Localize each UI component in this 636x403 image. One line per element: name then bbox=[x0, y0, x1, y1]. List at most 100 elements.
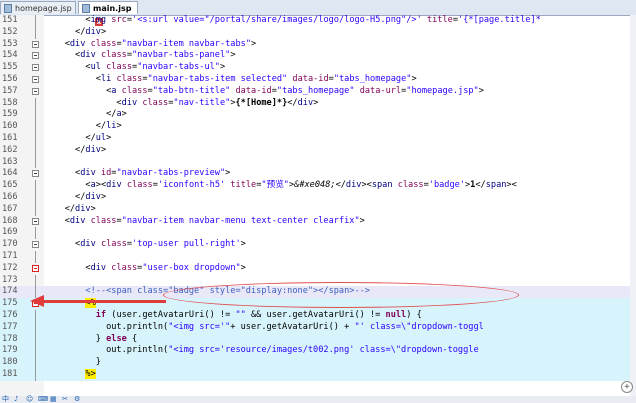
code-line[interactable]: 172 <div class="user-box dropdown"> bbox=[0, 263, 636, 275]
code-text: <a><div class='iconfont-h5' title="预览">&… bbox=[44, 180, 517, 191]
code-line[interactable]: 180 } bbox=[0, 357, 636, 369]
fold-guide bbox=[35, 144, 36, 157]
code-text: <div id="navbar-tabs-preview"> bbox=[44, 168, 231, 179]
code-text: </a> bbox=[44, 109, 127, 120]
fold-guide bbox=[35, 15, 36, 27]
code-text: <a class="tab-btn-title" data-id="tabs_h… bbox=[44, 85, 484, 96]
tab-label: homepage.jsp bbox=[15, 4, 72, 13]
code-line[interactable]: 154 <div class="navbar-tabs-panel"> bbox=[0, 50, 636, 62]
code-line[interactable]: 179 out.println("<img src='resource/imag… bbox=[0, 345, 636, 358]
code-text: <div class="navbar-item navbar-menu text… bbox=[44, 215, 365, 226]
status-tray-icon[interactable]: ☺ bbox=[26, 396, 34, 403]
fold-toggle-icon[interactable] bbox=[32, 264, 39, 272]
code-text: <div class='top-user pull-right'> bbox=[44, 239, 246, 250]
code-line[interactable]: 152 </div> bbox=[0, 26, 636, 39]
fold-toggle-icon[interactable] bbox=[32, 241, 39, 249]
code-line[interactable]: 178 } else { bbox=[0, 333, 636, 346]
code-line[interactable]: 181 %> bbox=[0, 369, 636, 381]
fold-guide bbox=[35, 97, 36, 110]
line-number: 161 bbox=[2, 133, 18, 143]
code-line[interactable]: 158 <div class="nav-title">{*[Home]*}</d… bbox=[0, 97, 636, 110]
code-line[interactable]: 151 <img src='<s:url value="/portal/shar… bbox=[0, 15, 636, 27]
fold-toggle-icon[interactable] bbox=[32, 40, 39, 48]
line-number: 180 bbox=[2, 357, 18, 368]
code-line[interactable]: 169 bbox=[0, 227, 636, 240]
add-icon[interactable]: + bbox=[621, 381, 633, 393]
code-line[interactable]: 163 bbox=[0, 156, 636, 169]
code-line[interactable]: 162 </div> bbox=[0, 144, 636, 157]
fold-toggle-icon[interactable] bbox=[32, 170, 39, 178]
fold-guide bbox=[35, 227, 36, 240]
code-line[interactable]: 164 <div id="navbar-tabs-preview"> bbox=[0, 168, 636, 180]
vertical-scrollbar[interactable] bbox=[630, 15, 636, 396]
code-text: </div> bbox=[44, 26, 107, 37]
line-number: 154 bbox=[2, 50, 18, 61]
line-number: 173 bbox=[2, 274, 18, 285]
line-number: 157 bbox=[2, 85, 18, 96]
code-line[interactable]: 170 <div class='top-user pull-right'> bbox=[0, 239, 636, 251]
fold-guide bbox=[35, 26, 36, 39]
jsp-file-icon bbox=[82, 4, 90, 13]
status-bar bbox=[0, 396, 636, 403]
line-number: 155 bbox=[2, 62, 18, 73]
code-line[interactable]: 153 <div class="navbar-item navbar-tabs"… bbox=[0, 39, 636, 51]
fold-guide bbox=[35, 274, 36, 287]
line-number: 169 bbox=[2, 227, 18, 238]
code-editor[interactable]: 151 <img src='<s:url value="/portal/shar… bbox=[0, 15, 636, 396]
annotation-arrow bbox=[42, 300, 166, 303]
code-text: } else { bbox=[44, 333, 138, 344]
line-number: 174 bbox=[2, 286, 18, 297]
code-line[interactable]: 156 <li class="navbar-tabs-item selected… bbox=[0, 74, 636, 86]
code-text: </div> bbox=[44, 144, 107, 155]
code-line[interactable]: 160 </li> bbox=[0, 121, 636, 133]
fold-toggle-icon[interactable] bbox=[32, 76, 39, 83]
status-tray-icon[interactable]: 中 bbox=[2, 396, 10, 403]
code-line[interactable]: 176 if (user.getAvatarUri() != "" && use… bbox=[0, 310, 636, 322]
code-line[interactable]: 168 <div class="navbar-item navbar-menu … bbox=[0, 216, 636, 228]
tab-homepage-jsp[interactable]: homepage.jspx bbox=[0, 1, 76, 26]
line-number: 167 bbox=[2, 203, 18, 214]
fold-guide bbox=[35, 369, 36, 381]
code-text: </div> bbox=[44, 192, 107, 202]
code-line[interactable]: 177 out.println("<img src='"+ user.getAv… bbox=[0, 321, 636, 334]
fold-guide bbox=[35, 109, 36, 122]
line-number: 151 bbox=[2, 15, 18, 25]
fold-toggle-icon[interactable] bbox=[32, 87, 39, 95]
tab-main-jsp[interactable]: main.jspx bbox=[78, 1, 138, 26]
status-tray-icon[interactable]: ⚙ bbox=[74, 396, 82, 403]
code-text: <div class="nav-title">{*[Home]*}</div> bbox=[44, 97, 319, 108]
line-number: 170 bbox=[2, 239, 18, 250]
line-number: 162 bbox=[2, 144, 18, 155]
status-tray-icon[interactable]: ▦ bbox=[50, 396, 58, 403]
fold-guide bbox=[35, 333, 36, 346]
status-tray-icon[interactable]: ⌨ bbox=[38, 396, 48, 403]
code-text: %> bbox=[85, 369, 96, 379]
jsp-file-icon bbox=[4, 4, 12, 13]
fold-toggle-icon[interactable] bbox=[32, 64, 39, 72]
line-number: 168 bbox=[2, 215, 18, 226]
line-number: 179 bbox=[2, 345, 18, 356]
line-number: 165 bbox=[2, 180, 18, 191]
code-line[interactable]: 171 bbox=[0, 251, 636, 263]
fold-guide bbox=[35, 192, 36, 204]
code-line[interactable]: 155 <ul class="navbar-tabs-ul"> bbox=[0, 62, 636, 74]
status-tray-icon[interactable]: ♪ bbox=[14, 396, 22, 403]
code-line[interactable]: 167 </div> bbox=[0, 203, 636, 216]
code-text: <li class="navbar-tabs-item selected" da… bbox=[44, 74, 417, 84]
code-text: if (user.getAvatarUri() != "" && user.ge… bbox=[95, 310, 422, 320]
status-tray-icon[interactable]: ✂ bbox=[62, 396, 70, 403]
line-number: 156 bbox=[2, 74, 18, 84]
fold-guide bbox=[35, 345, 36, 358]
line-number: 172 bbox=[2, 262, 18, 273]
fold-toggle-icon[interactable] bbox=[32, 52, 39, 60]
annotation-arrow-head bbox=[30, 295, 44, 307]
code-text: out.println("<img src='"+ user.getAvatar… bbox=[44, 321, 484, 332]
code-line[interactable]: 166 </div> bbox=[0, 192, 636, 204]
code-line[interactable]: 165 <a><div class='iconfont-h5' title="预… bbox=[0, 180, 636, 192]
fold-toggle-icon[interactable] bbox=[32, 217, 39, 225]
line-number: 160 bbox=[2, 121, 18, 132]
code-line[interactable]: 161 </ul> bbox=[0, 133, 636, 145]
code-line[interactable]: 157 <a class="tab-btn-title" data-id="ta… bbox=[0, 86, 636, 98]
code-line[interactable]: 159 </a> bbox=[0, 109, 636, 122]
code-text: } bbox=[44, 357, 101, 368]
